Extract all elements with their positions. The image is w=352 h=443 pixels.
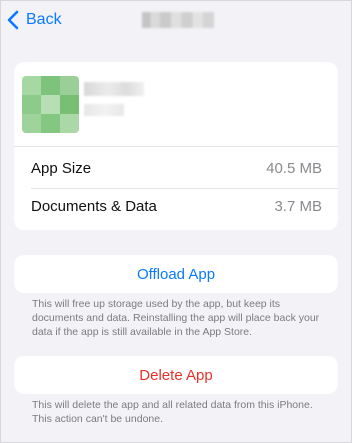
back-label: Back [26, 11, 62, 28]
offload-app-note: This will free up storage used by the ap… [32, 298, 320, 338]
delete-app-button[interactable]: Delete App [14, 356, 338, 394]
navigation-bar: Back [0, 0, 352, 40]
back-button[interactable]: Back [6, 9, 62, 31]
offload-app-label: Offload App [136, 265, 216, 283]
page-title [142, 12, 214, 28]
app-icon [22, 76, 79, 133]
app-size-row: App Size 40.5 MB [14, 148, 338, 188]
app-name [84, 82, 144, 96]
divider [14, 146, 338, 147]
delete-app-note: This will delete the app and all related… [32, 399, 313, 425]
offload-app-button[interactable]: Offload App [14, 255, 338, 293]
chevron-left-icon [7, 10, 19, 30]
app-developer [84, 104, 124, 116]
documents-data-row: Documents & Data 3.7 MB [14, 186, 338, 226]
delete-app-label: Delete App [139, 366, 213, 384]
app-size-label: App Size [31, 159, 92, 177]
app-size-value: 40.5 MB [266, 159, 322, 177]
app-info-card: App Size 40.5 MB Documents & Data 3.7 MB [14, 62, 338, 230]
documents-data-value: 3.7 MB [274, 197, 322, 215]
documents-data-label: Documents & Data [31, 197, 157, 215]
